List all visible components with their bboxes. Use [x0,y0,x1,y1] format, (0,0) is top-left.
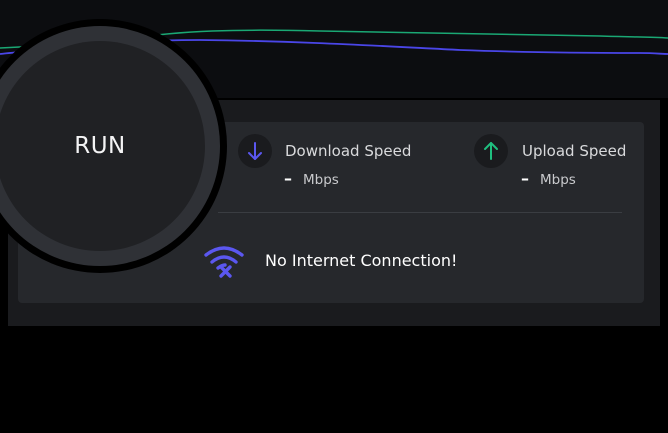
download-speed-label: Download Speed [285,142,412,160]
run-button[interactable]: RUN [0,41,205,251]
upload-icon-badge [474,134,508,168]
speed-test-app: Download Speed – Mbps Upload Speed – Mbp… [0,0,668,433]
upload-speed-unit: Mbps [540,172,576,188]
connection-status-icon [203,243,245,283]
upload-speed-value: – [521,169,529,188]
wifi-off-icon [204,246,244,278]
upload-speed-label: Upload Speed [522,142,627,160]
run-button-label: RUN [74,133,126,159]
arrow-down-icon [248,142,262,160]
download-speed-unit: Mbps [303,172,339,188]
download-icon-badge [238,134,272,168]
connection-status-message: No Internet Connection! [265,251,458,270]
download-speed-value: – [284,169,292,188]
arrow-up-icon [484,142,498,160]
results-divider [218,212,622,213]
